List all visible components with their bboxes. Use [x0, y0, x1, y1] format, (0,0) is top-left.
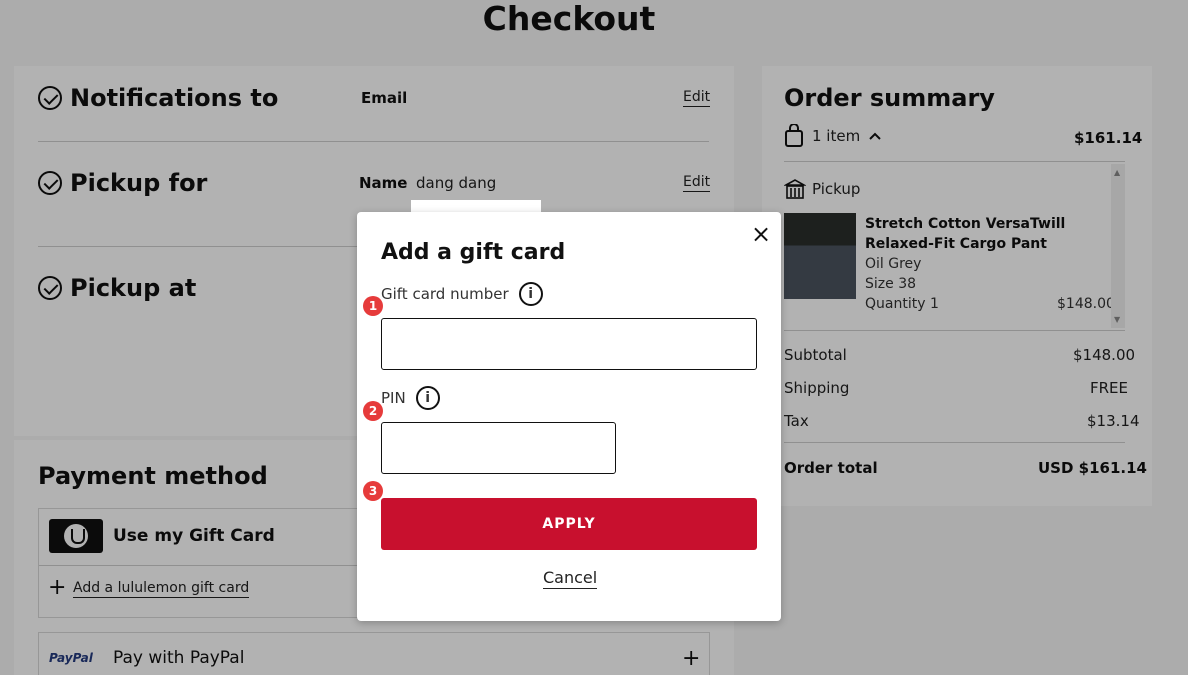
apply-button[interactable]: APPLY	[381, 498, 757, 550]
step-badge-3: 3	[363, 481, 383, 501]
step-badge-1: 1	[363, 296, 383, 316]
info-icon[interactable]: i	[415, 386, 440, 410]
info-icon[interactable]: i	[518, 282, 543, 306]
cancel-button[interactable]: Cancel	[543, 568, 598, 589]
pin-input[interactable]	[381, 422, 616, 474]
modal-title: Add a gift card	[381, 240, 566, 265]
pin-label: PIN	[381, 389, 406, 407]
pin-label-row: PIN i	[381, 386, 440, 410]
gift-card-number-label-row: Gift card number i	[381, 282, 543, 306]
close-icon[interactable]: ×	[751, 222, 771, 246]
gift-card-number-input[interactable]	[381, 318, 757, 370]
add-gift-card-modal: Add a gift card × Gift card number i PIN…	[357, 212, 781, 621]
gift-card-number-label: Gift card number	[381, 285, 509, 303]
step-badge-2: 2	[363, 401, 383, 421]
